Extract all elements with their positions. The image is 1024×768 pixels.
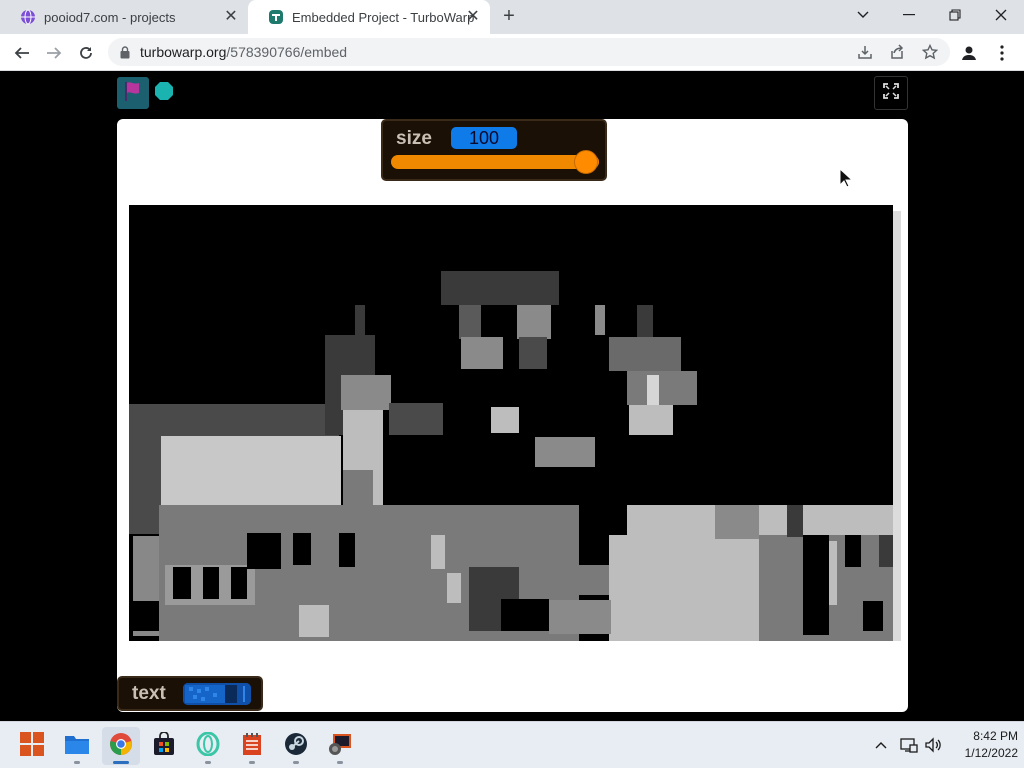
fullscreen-button[interactable] bbox=[874, 76, 908, 110]
forward-button[interactable] bbox=[41, 40, 67, 66]
globe-icon bbox=[20, 9, 36, 25]
size-slider-track[interactable] bbox=[391, 155, 599, 169]
text-monitor: text bbox=[117, 676, 263, 711]
clock-date: 1/12/2022 bbox=[964, 746, 1018, 760]
stage-render-image bbox=[129, 205, 901, 641]
tab-search-icon[interactable] bbox=[840, 0, 886, 30]
close-window-button[interactable] bbox=[978, 0, 1024, 30]
size-monitor-label: size bbox=[396, 128, 432, 149]
taskbar-store[interactable] bbox=[145, 727, 183, 765]
tab-title: Embedded Project - TurboWarp bbox=[292, 9, 475, 25]
back-button[interactable] bbox=[9, 40, 35, 66]
volume-icon[interactable] bbox=[922, 734, 944, 756]
taskbar-file-explorer[interactable] bbox=[58, 727, 96, 765]
system-clock[interactable]: 8:42 PM 1/12/2022 bbox=[946, 728, 1018, 762]
new-tab-button[interactable]: + bbox=[498, 6, 520, 28]
size-slider-thumb[interactable] bbox=[574, 150, 598, 174]
app-icon bbox=[327, 732, 353, 761]
taskbar-opera[interactable] bbox=[189, 727, 227, 765]
lock-icon[interactable] bbox=[120, 45, 130, 59]
project-stage[interactable]: size 100 text bbox=[117, 119, 908, 712]
url-host: turbowarp.org bbox=[140, 44, 227, 60]
green-flag-button[interactable] bbox=[117, 77, 149, 109]
tab-embedded-project[interactable]: Embedded Project - TurboWarp ✕ bbox=[248, 0, 490, 34]
size-monitor[interactable]: size 100 bbox=[381, 119, 607, 181]
clock-time: 8:42 PM bbox=[973, 729, 1018, 743]
restore-button[interactable] bbox=[932, 0, 978, 30]
steam-icon bbox=[284, 732, 308, 761]
network-icon[interactable] bbox=[898, 734, 920, 756]
turbowarp-embed: size 100 text bbox=[0, 71, 1024, 721]
taskbar-notes[interactable] bbox=[233, 727, 271, 765]
reload-button[interactable] bbox=[73, 40, 99, 66]
notes-icon bbox=[241, 732, 263, 761]
tab-strip: pooiod7.com - projects ✕ Embedded Projec… bbox=[0, 0, 1024, 34]
fullscreen-icon bbox=[883, 82, 899, 104]
stop-icon bbox=[154, 81, 174, 106]
text-monitor-label: text bbox=[132, 683, 166, 704]
share-icon[interactable] bbox=[885, 40, 909, 64]
address-bar[interactable]: turbowarp.org/578390766/embed bbox=[108, 38, 950, 66]
close-tab-icon[interactable]: ✕ bbox=[464, 8, 482, 26]
minimize-button[interactable] bbox=[886, 0, 932, 30]
taskbar: 8:42 PM 1/12/2022 bbox=[0, 721, 1024, 768]
close-tab-icon[interactable]: ✕ bbox=[222, 8, 240, 26]
menu-icon[interactable] bbox=[990, 41, 1014, 65]
stop-button[interactable] bbox=[153, 81, 175, 106]
file-explorer-icon bbox=[64, 733, 90, 760]
text-monitor-value bbox=[183, 683, 251, 705]
taskbar-chrome[interactable] bbox=[102, 727, 140, 765]
chrome-icon bbox=[109, 732, 133, 761]
taskbar-app[interactable] bbox=[321, 727, 359, 765]
opera-icon bbox=[196, 731, 220, 761]
green-flag-icon bbox=[122, 80, 144, 107]
tab-pooiod7-projects[interactable]: pooiod7.com - projects ✕ bbox=[0, 0, 248, 34]
mouse-cursor-icon bbox=[839, 168, 853, 188]
bookmark-star-icon[interactable] bbox=[918, 40, 942, 64]
start-icon bbox=[20, 731, 44, 761]
tray-overflow-icon[interactable] bbox=[872, 734, 890, 756]
taskbar-steam[interactable] bbox=[277, 727, 315, 765]
size-monitor-value: 100 bbox=[451, 127, 517, 149]
url-path: /578390766/embed bbox=[226, 44, 348, 60]
tab-title: pooiod7.com - projects bbox=[44, 9, 176, 25]
store-icon bbox=[152, 730, 176, 761]
turbowarp-icon bbox=[268, 9, 284, 25]
start-button[interactable] bbox=[13, 727, 51, 765]
browser-toolbar: turbowarp.org/578390766/embed bbox=[0, 34, 1024, 71]
install-icon[interactable] bbox=[853, 40, 877, 64]
profile-icon[interactable] bbox=[957, 41, 981, 65]
